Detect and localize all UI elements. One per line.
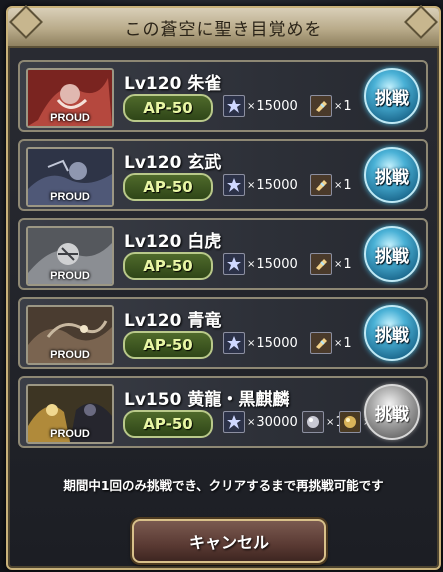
quest-title: Lv120 朱雀 bbox=[124, 74, 222, 94]
challenge-button[interactable]: 挑戦 bbox=[364, 305, 420, 361]
cancel-button[interactable]: キャンセル bbox=[132, 519, 326, 563]
ticket-amount: 1 bbox=[343, 177, 352, 193]
proud-tag: PROUD bbox=[50, 191, 90, 203]
ticket-amount: 1 bbox=[343, 256, 352, 272]
ornament-icon bbox=[9, 5, 43, 39]
treasure-cost: × 15000 bbox=[223, 94, 298, 118]
quest-dialog: この蒼空に聖き目覚めを PROUD Lv120 朱雀 AP-50 × 15000… bbox=[6, 5, 441, 570]
ticket-icon bbox=[310, 174, 332, 196]
treasure-amount: 15000 bbox=[256, 177, 298, 193]
star-crystal-icon bbox=[223, 253, 245, 275]
ap-cost-badge: AP-50 bbox=[123, 252, 213, 280]
proud-tag: PROUD bbox=[50, 349, 90, 361]
proud-tag: PROUD bbox=[50, 112, 90, 124]
ap-cost-badge: AP-50 bbox=[123, 331, 213, 359]
star-crystal-icon bbox=[223, 411, 245, 433]
quest-row: PROUD Lv150 黄龍・黒麒麟 AP-50 × 30000 × 1 bbox=[18, 376, 428, 448]
genbu-portrait-icon: PROUD bbox=[26, 147, 114, 207]
treasure-cost: × 15000 bbox=[223, 252, 298, 276]
treasure-cost: × 15000 bbox=[223, 331, 298, 355]
seiryu-portrait-icon: PROUD bbox=[26, 305, 114, 365]
quest-title: Lv120 青竜 bbox=[124, 311, 222, 331]
orb-cost: × 1 bbox=[302, 410, 344, 434]
ap-cost-badge: AP-50 bbox=[123, 173, 213, 201]
star-crystal-icon bbox=[223, 174, 245, 196]
treasure-amount: 15000 bbox=[256, 256, 298, 272]
star-crystal-icon bbox=[223, 95, 245, 117]
quest-row: PROUD Lv120 玄武 AP-50 × 15000 × 1 挑戦 bbox=[18, 139, 428, 211]
quest-row: PROUD Lv120 白虎 AP-50 × 15000 × 1 挑戦 bbox=[18, 218, 428, 290]
challenge-button[interactable]: 挑戦 bbox=[364, 68, 420, 124]
proud-tag: PROUD bbox=[50, 428, 90, 440]
quest-title: Lv120 白虎 bbox=[124, 232, 222, 252]
treasure-amount: 15000 bbox=[256, 98, 298, 114]
ticket-amount: 1 bbox=[343, 335, 352, 351]
quest-title: Lv150 黄龍・黒麒麟 bbox=[124, 390, 290, 410]
treasure-amount: 30000 bbox=[256, 414, 298, 430]
ornament-icon bbox=[404, 5, 438, 39]
ticket-cost: × 1 bbox=[310, 173, 352, 197]
quest-title: Lv120 玄武 bbox=[124, 153, 222, 173]
treasure-amount: 15000 bbox=[256, 335, 298, 351]
ticket-cost: × 1 bbox=[310, 252, 352, 276]
challenge-button[interactable]: 挑戦 bbox=[364, 147, 420, 203]
gold-orb-icon bbox=[339, 411, 361, 433]
kouryu-kokkirin-portrait-icon: PROUD bbox=[26, 384, 114, 444]
challenge-button[interactable]: 挑戦 bbox=[364, 226, 420, 282]
byakko-portrait-icon: PROUD bbox=[26, 226, 114, 286]
quest-row: PROUD Lv120 朱雀 AP-50 × 15000 × 1 挑戦 bbox=[18, 60, 428, 132]
treasure-cost: × 15000 bbox=[223, 173, 298, 197]
ap-cost-badge: AP-50 bbox=[123, 410, 213, 438]
star-crystal-icon bbox=[223, 332, 245, 354]
ticket-cost: × 1 bbox=[310, 94, 352, 118]
challenge-button-disabled[interactable]: 挑戦 bbox=[364, 384, 420, 440]
ap-cost-badge: AP-50 bbox=[123, 94, 213, 122]
quest-list: PROUD Lv120 朱雀 AP-50 × 15000 × 1 挑戦 PROU… bbox=[18, 60, 428, 455]
quest-row: PROUD Lv120 青竜 AP-50 × 15000 × 1 挑戦 bbox=[18, 297, 428, 369]
ticket-amount: 1 bbox=[343, 98, 352, 114]
proud-tag: PROUD bbox=[50, 270, 90, 282]
ticket-cost: × 1 bbox=[310, 331, 352, 355]
treasure-cost: × 30000 bbox=[223, 410, 298, 434]
ticket-icon bbox=[310, 332, 332, 354]
ticket-icon bbox=[310, 253, 332, 275]
dialog-title-bar: この蒼空に聖き目覚めを bbox=[8, 5, 439, 48]
dialog-title: この蒼空に聖き目覚めを bbox=[124, 19, 323, 40]
silver-orb-icon bbox=[302, 411, 324, 433]
notice-text: 期間中1回のみ挑戦でき、クリアするまで再挑戦可能です bbox=[63, 478, 384, 493]
ticket-icon bbox=[310, 95, 332, 117]
suzaku-portrait-icon: PROUD bbox=[26, 68, 114, 128]
